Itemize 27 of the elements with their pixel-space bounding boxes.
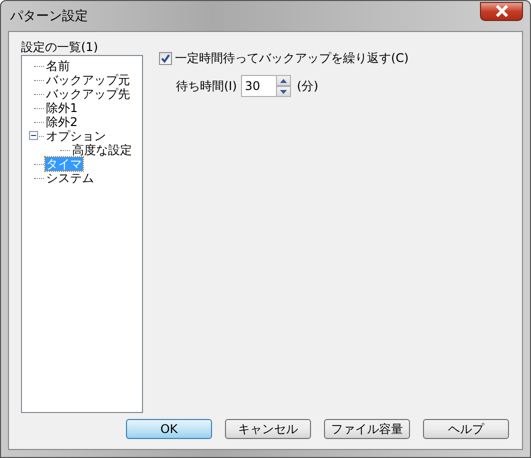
unit-label: (分)	[296, 78, 318, 94]
dialog-button[interactable]: ファイル容量	[324, 419, 410, 439]
tree-item[interactable]: オプション	[45, 129, 107, 143]
close-button[interactable]	[480, 2, 523, 20]
up-caret-icon	[280, 78, 287, 82]
dialog-button[interactable]: ヘルプ	[423, 419, 509, 439]
dialog-button[interactable]: OK	[126, 419, 212, 439]
close-icon	[494, 5, 508, 17]
wait-time-field[interactable]: 30	[240, 75, 276, 97]
tree-item[interactable]: 除外2	[45, 115, 79, 129]
spin-up-button[interactable]	[276, 75, 291, 86]
collapse-icon[interactable]	[29, 131, 38, 140]
tree-item[interactable]: バックアップ元	[45, 73, 131, 87]
tree-item[interactable]: システム	[45, 171, 95, 185]
tree-item[interactable]: 名前	[45, 59, 71, 73]
wait-time-label: 待ち時間(I)	[176, 78, 237, 94]
checkbox[interactable]	[159, 52, 172, 65]
spin-down-button[interactable]	[276, 86, 291, 97]
checkbox-label: 一定時間待ってバックアップを繰り返す(C)	[175, 50, 409, 67]
tree-item[interactable]: 高度な設定	[71, 143, 133, 157]
down-caret-icon	[280, 90, 287, 94]
settings-tree[interactable]: 名前 バックアップ元 バックアップ先 除外1 除外2 オプション 高度な設定 タイマ システム	[21, 55, 143, 413]
window-title: パターン設定	[9, 8, 88, 25]
dialog-button[interactable]: キャンセル	[225, 419, 311, 439]
tree-item[interactable]: バックアップ先	[45, 87, 131, 101]
list-label: 設定の一覧(1)	[21, 39, 99, 55]
tree-item[interactable]: 除外1	[45, 101, 79, 115]
